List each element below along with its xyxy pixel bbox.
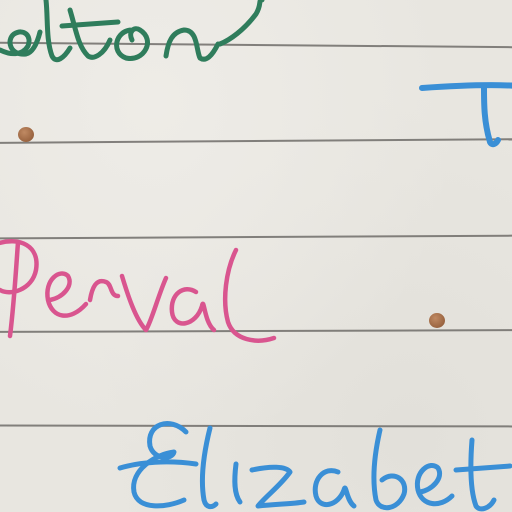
handwritten-letter-right: T (419, 82, 512, 148)
handwriting-layer: alton T Perval Elizabet (0, 0, 512, 512)
lined-paper-photo: alton T Perval Elizabe (0, 0, 512, 512)
handwritten-word-middle: Perval (0, 239, 277, 343)
handwritten-word-bottom: Elizabet (117, 421, 512, 512)
handwritten-word-top: alton (0, 0, 265, 63)
